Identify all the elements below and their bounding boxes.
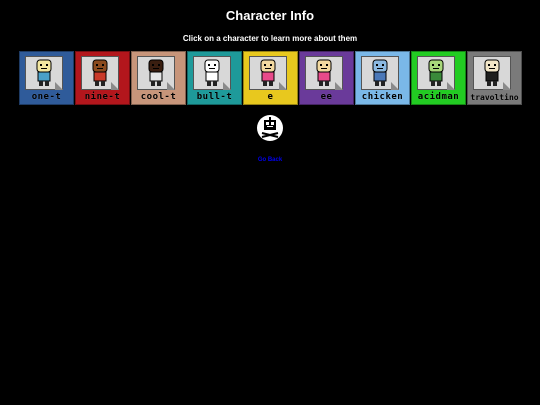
character-name-label: ee xyxy=(320,92,333,102)
page-title: Character Info xyxy=(225,8,315,23)
character-card-travoltino[interactable]: travoltino xyxy=(467,51,522,105)
character-card-cool-t[interactable]: cool-t xyxy=(131,51,186,105)
acidman-character-icon xyxy=(428,59,444,86)
character-name-label: chicken xyxy=(361,92,404,102)
character-card-nine-t[interactable]: nine-t xyxy=(75,51,130,105)
character-card-one-t[interactable]: one-t xyxy=(19,51,74,105)
character-name-label: e xyxy=(267,92,274,102)
robot-logo-icon xyxy=(257,115,283,141)
character-name-label: acidman xyxy=(417,92,460,102)
character-info-page: Character Info Click on a character to l… xyxy=(0,0,540,405)
one-t-character-icon xyxy=(36,59,52,86)
character-roster: one-t nine-t cool-t bull-t e ee chicken acidman… xyxy=(19,51,522,105)
page-subtitle: Click on a character to learn more about… xyxy=(182,34,358,43)
character-name-label: travoltino xyxy=(470,93,519,102)
character-name-label: nine-t xyxy=(84,92,121,102)
go-back-link[interactable]: Go Back xyxy=(258,157,282,163)
character-card-acidman[interactable]: acidman xyxy=(411,51,466,105)
go-back-container: Go Back xyxy=(0,157,540,163)
character-card-chicken[interactable]: chicken xyxy=(355,51,410,105)
nine-t-character-icon xyxy=(92,59,108,86)
character-card-e[interactable]: e xyxy=(243,51,298,105)
e-character-icon xyxy=(260,59,276,86)
character-name-label: bull-t xyxy=(196,92,233,102)
character-name-label: one-t xyxy=(31,92,62,102)
cool-t-character-icon xyxy=(148,59,164,86)
bull-t-character-icon xyxy=(204,59,220,86)
travoltino-character-icon xyxy=(484,59,500,86)
chicken-character-icon xyxy=(372,59,388,86)
character-name-label: cool-t xyxy=(140,92,177,102)
character-card-bull-t[interactable]: bull-t xyxy=(187,51,242,105)
ee-character-icon xyxy=(316,59,332,86)
character-card-ee[interactable]: ee xyxy=(299,51,354,105)
